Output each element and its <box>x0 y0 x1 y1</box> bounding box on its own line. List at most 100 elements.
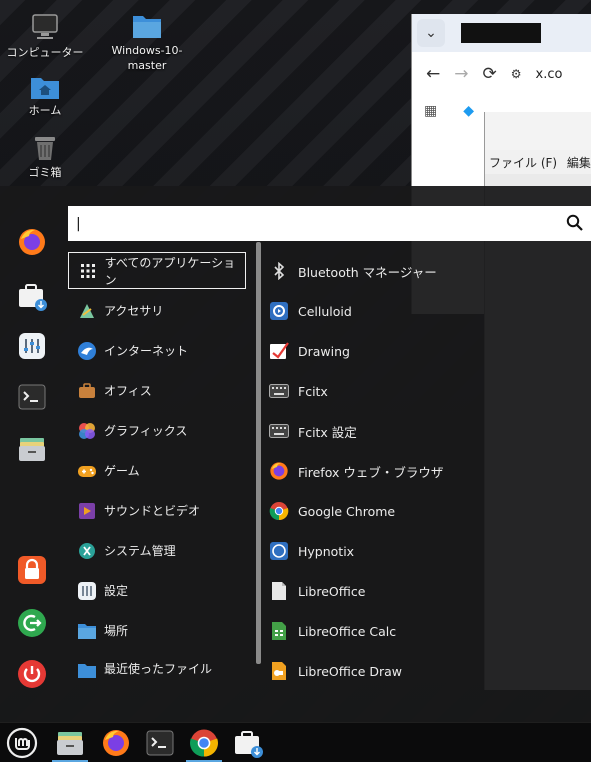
category-recent-files[interactable]: 最近使ったファイル <box>68 652 246 678</box>
menu-edit[interactable]: 編集 ( <box>567 156 591 170</box>
desktop-icon-trash[interactable]: ゴミ箱 <box>0 134 90 180</box>
category-label: 設定 <box>104 584 129 598</box>
category-label: オフィス <box>104 384 152 398</box>
app-label: Bluetooth マネージャー <box>298 264 437 280</box>
app-drawing[interactable]: Drawing <box>268 336 478 366</box>
browser-navbar: ← → ⟳ ⚙ x.co <box>412 52 591 96</box>
category-settings[interactable]: 設定 <box>68 572 246 609</box>
taskbar-firefox[interactable] <box>98 727 134 759</box>
category-sound-video[interactable]: サウンドとビデオ <box>68 492 246 529</box>
system-settings-icon <box>19 333 45 359</box>
category-internet[interactable]: インターネット <box>68 332 246 369</box>
search-input[interactable] <box>68 206 591 241</box>
drawing-icon <box>268 340 290 362</box>
files-icon <box>57 732 83 755</box>
bluetooth-icon <box>268 260 290 282</box>
category-games[interactable]: ゲーム <box>68 452 246 489</box>
app-label: Fcitx <box>298 383 328 399</box>
mint-menu-button[interactable] <box>4 727 40 759</box>
app-libreoffice-draw[interactable]: LibreOffice Draw <box>268 656 478 686</box>
firefox-icon <box>103 730 129 756</box>
category-label: 最近使ったファイル <box>104 662 213 676</box>
firefox-icon <box>19 229 45 255</box>
settings-icon <box>76 580 98 602</box>
forward-button[interactable]: → <box>454 64 468 84</box>
fav-system-settings[interactable] <box>16 330 48 362</box>
category-office[interactable]: オフィス <box>68 372 246 409</box>
file-manager-menubar: ファイル (F) 編集 ( <box>485 150 591 174</box>
fav-firefox[interactable] <box>16 226 48 258</box>
category-graphics[interactable]: グラフィックス <box>68 412 246 449</box>
browser-tab[interactable] <box>461 23 541 43</box>
app-firefox[interactable]: Firefox ウェブ・ブラウザ <box>268 456 478 486</box>
file-manager-titlebar <box>485 112 591 150</box>
celluloid-icon <box>268 300 290 322</box>
software-store-icon <box>235 731 263 758</box>
taskbar-terminal[interactable] <box>142 727 178 759</box>
keyboard-icon <box>268 380 290 402</box>
app-label: LibreOffice <box>298 583 366 599</box>
fav-terminal[interactable] <box>16 381 48 413</box>
reload-button[interactable]: ⟳ <box>483 64 497 84</box>
fav-lock-screen[interactable] <box>16 554 48 586</box>
desktop-icon-computer[interactable]: コンピューター <box>0 12 90 60</box>
desktop-icon-home[interactable]: ホーム <box>0 74 90 118</box>
taskbar-files[interactable] <box>52 727 88 762</box>
category-label: インターネット <box>104 344 189 358</box>
desktop-icon-label: ゴミ箱 <box>28 166 62 179</box>
places-folder-icon <box>76 620 98 642</box>
app-libreoffice[interactable]: LibreOffice <box>268 576 478 606</box>
accessories-icon <box>76 300 98 322</box>
graphics-icon <box>76 420 98 442</box>
fav-logout[interactable] <box>16 607 48 639</box>
app-fcitx-settings[interactable]: Fcitx 設定 <box>268 416 478 446</box>
app-celluloid[interactable]: Celluloid <box>268 296 478 326</box>
app-label: Firefox ウェブ・ブラウザ <box>298 464 444 480</box>
chrome-icon <box>268 500 290 522</box>
logout-icon <box>18 609 46 637</box>
terminal-icon <box>18 384 46 410</box>
fav-files[interactable] <box>16 433 48 465</box>
app-label: Fcitx 設定 <box>298 424 357 440</box>
app-bluetooth-manager[interactable]: Bluetooth マネージャー <box>268 256 478 286</box>
fav-software-store[interactable] <box>16 280 48 312</box>
fav-power[interactable] <box>16 658 48 690</box>
recent-files-icon <box>76 660 98 678</box>
computer-icon <box>32 14 58 39</box>
back-button[interactable]: ← <box>426 64 440 84</box>
taskbar-chrome[interactable] <box>186 727 222 762</box>
tab-list-button[interactable]: ⌄ <box>417 19 445 47</box>
lock-screen-icon <box>18 556 46 584</box>
category-accessories[interactable]: アクセサリ <box>68 292 246 329</box>
chevron-down-icon: ⌄ <box>425 25 437 41</box>
app-google-chrome[interactable]: Google Chrome <box>268 496 478 526</box>
desktop-icon-label: コンピューター <box>6 46 84 59</box>
app-label: Drawing <box>298 343 350 359</box>
calc-icon <box>268 620 290 642</box>
category-system-admin[interactable]: システム管理 <box>68 532 246 569</box>
app-label: Google Chrome <box>298 503 396 519</box>
category-label: すべてのアプリケーション <box>104 255 236 287</box>
category-places[interactable]: 場所 <box>68 612 246 649</box>
taskbar-software-store[interactable] <box>230 727 266 759</box>
files-icon <box>19 438 45 461</box>
address-bar[interactable]: x.co <box>536 67 563 82</box>
site-settings-icon[interactable]: ⚙ <box>511 67 522 81</box>
hypnotix-icon <box>268 540 290 562</box>
app-libreoffice-calc[interactable]: LibreOffice Calc <box>268 616 478 646</box>
trash-icon <box>35 137 55 160</box>
search-icon[interactable] <box>566 214 584 232</box>
twitter-bookmark-icon[interactable]: ◆ <box>463 103 474 119</box>
firefox-icon <box>268 460 290 482</box>
taskbar <box>0 722 591 762</box>
power-icon <box>18 660 46 688</box>
app-fcitx[interactable]: Fcitx <box>268 376 478 406</box>
category-all-applications[interactable]: すべてのアプリケーション <box>68 252 246 289</box>
apps-grid-icon[interactable]: ▦ <box>424 103 437 119</box>
app-hypnotix[interactable]: Hypnotix <box>268 536 478 566</box>
category-scrollbar[interactable] <box>256 242 261 664</box>
category-label: システム管理 <box>104 544 176 558</box>
grid-icon <box>77 260 99 282</box>
desktop-icon-windows-folder[interactable]: Windows-10- master <box>102 12 192 73</box>
menu-file[interactable]: ファイル (F) <box>489 156 557 170</box>
